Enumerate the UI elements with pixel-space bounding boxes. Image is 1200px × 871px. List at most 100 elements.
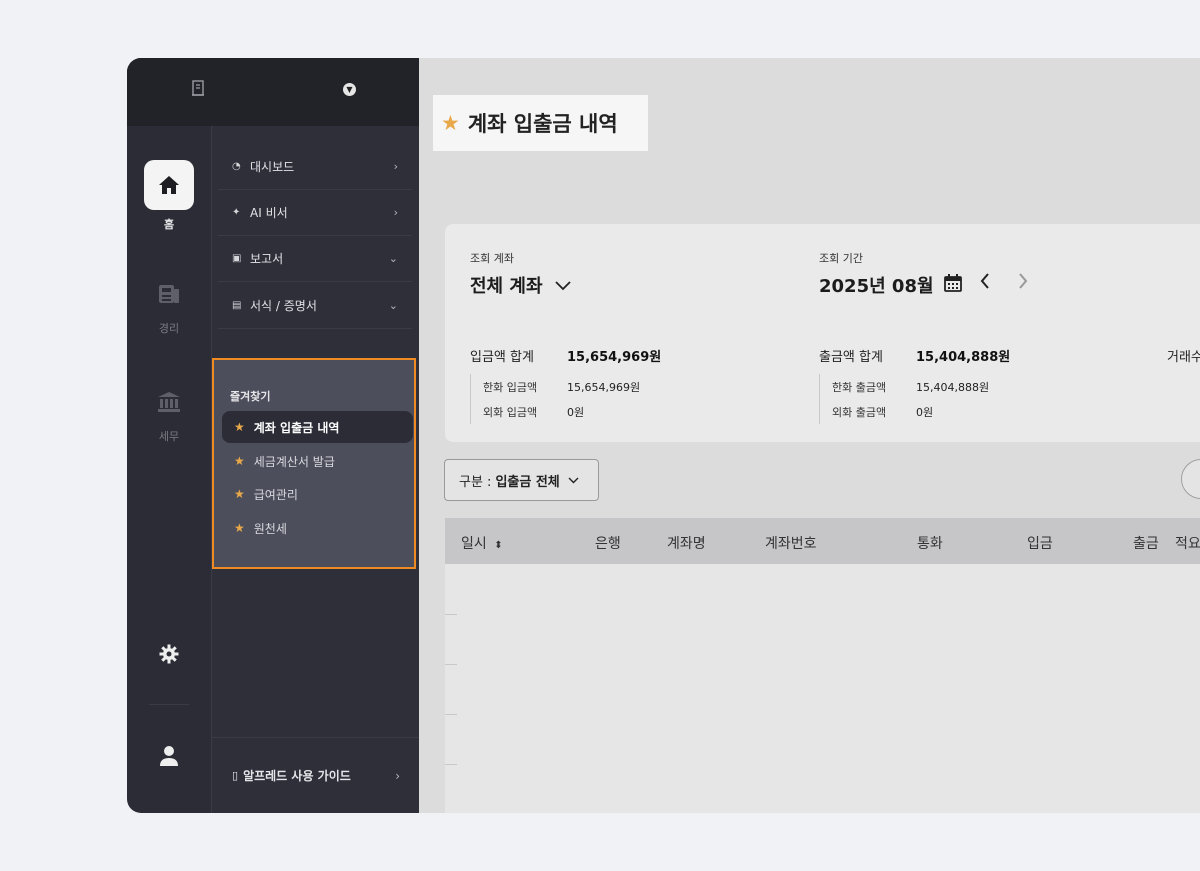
type-filter-select[interactable]: 구분 : 입출금 전체	[444, 459, 599, 501]
transactions-table: 일시 ⬍ 은행 계좌명 계좌번호 통화 입금 출금 적요	[445, 518, 1200, 813]
menu-item-report[interactable]: ▣ 보고서 ⌄	[218, 236, 412, 282]
rail-label: 홈	[163, 218, 175, 231]
gear-icon	[144, 643, 194, 665]
settings-button[interactable]	[127, 643, 211, 665]
building-icon[interactable]	[191, 80, 205, 100]
period-text: 2025년 08월	[819, 276, 934, 297]
calendar-icon[interactable]	[943, 273, 962, 297]
withdraw-fx-value: 0원	[916, 406, 934, 419]
divider	[470, 374, 471, 424]
profile-button[interactable]	[127, 744, 211, 768]
withdraw-krw-value: 15,404,888원	[916, 381, 990, 394]
rail-item-home[interactable]: 홈	[127, 160, 211, 232]
menu-item-label: 서식 / 증명서	[250, 299, 317, 313]
user-guide-link[interactable]: ▯ 알프레드 사용 가이드 ›	[212, 737, 420, 813]
favorite-label: 계좌 입출금 내역	[253, 420, 340, 435]
column-header-bank: 은행	[595, 536, 621, 552]
window-frame: ▼ 홈 경리 세무 ◔ 대시보드 › ✦ AI 비서 › ▣ 보고서 ⌄ ▤ 서…	[0, 0, 1200, 871]
column-header-currency: 통화	[917, 536, 943, 552]
favorite-item-tax-invoice[interactable]: ★ 세금계산서 발급	[222, 445, 413, 477]
withdraw-krw-label: 한화 출금액	[832, 381, 887, 394]
summary-card: 조회 계좌 전체 계좌 조회 기간 2025년 08월 입금액 합계 15,65…	[445, 224, 1200, 442]
favorite-label: 급여관리	[253, 487, 298, 502]
row-divider	[445, 614, 457, 615]
column-header-memo: 적요	[1175, 536, 1200, 552]
menu-item-label: AI 비서	[250, 206, 288, 220]
account-select[interactable]: 전체 계좌	[470, 272, 571, 298]
star-icon: ★	[234, 420, 245, 434]
bank-icon	[144, 388, 194, 416]
pie-icon: ◔	[232, 161, 241, 172]
favorites-panel: 즐겨찾기 ★ 계좌 입출금 내역 ★ 세금계산서 발급 ★ 급여관리 ★ 원천세	[212, 358, 416, 569]
page-title: ★ 계좌 입출금 내역	[433, 95, 648, 151]
page-title-text: 계좌 입출금 내역	[467, 112, 618, 136]
star-icon: ★	[234, 454, 245, 468]
rail-divider	[149, 704, 189, 705]
favorite-item-payroll[interactable]: ★ 급여관리	[222, 478, 413, 510]
column-header-datetime[interactable]: 일시 ⬍	[461, 533, 503, 553]
menu-item-dashboard[interactable]: ◔ 대시보드 ›	[218, 144, 412, 190]
deposit-fx-label: 외화 입금액	[483, 406, 538, 419]
favorite-item-withholding-tax[interactable]: ★ 원천세	[222, 512, 413, 544]
sparkle-icon: ✦	[232, 207, 241, 218]
menu-item-ai-assistant[interactable]: ✦ AI 비서 ›	[218, 190, 412, 236]
period-value: 2025년 08월	[819, 272, 962, 298]
star-icon: ★	[234, 487, 245, 501]
rail-label: 세무	[158, 430, 180, 443]
column-header-deposit: 입금	[1027, 536, 1053, 552]
rail-item-accounting[interactable]: 경리	[127, 280, 211, 336]
search-button[interactable]	[1181, 459, 1200, 499]
favorite-label: 세금계산서 발급	[253, 454, 335, 469]
row-divider	[445, 764, 457, 765]
main-content: ★ 계좌 입출금 내역 조회 계좌 전체 계좌 조회 기간 2025년 08월	[419, 58, 1200, 813]
account-label: 조회 계좌	[470, 252, 514, 265]
column-header-account-name: 계좌명	[667, 536, 706, 552]
filter-value: 입출금 전체	[495, 474, 560, 490]
deposit-fx-value: 0원	[567, 406, 585, 419]
account-value: 전체 계좌	[470, 276, 543, 297]
side-menu: ◔ 대시보드 › ✦ AI 비서 › ▣ 보고서 ⌄ ▤ 서식 / 증명서 ⌄ …	[211, 126, 420, 813]
favorite-item-account-history[interactable]: ★ 계좌 입출금 내역	[222, 411, 413, 443]
chevron-down-icon: ⌄	[388, 299, 398, 312]
menu-item-forms[interactable]: ▤ 서식 / 증명서 ⌄	[218, 283, 412, 329]
table-header: 일시 ⬍ 은행 계좌명 계좌번호 통화 입금 출금 적요	[445, 518, 1200, 564]
newspaper-icon	[144, 280, 194, 308]
chevron-right-icon: ›	[395, 768, 400, 783]
star-icon[interactable]: ★	[441, 111, 460, 135]
next-month-button[interactable]	[1017, 272, 1029, 295]
report-icon: ▣	[232, 253, 242, 264]
chevron-down-icon	[554, 275, 571, 296]
deposit-krw-label: 한화 입금액	[483, 381, 538, 394]
chevron-right-icon: ›	[393, 160, 398, 173]
row-divider	[445, 714, 457, 715]
home-icon	[144, 160, 194, 210]
top-bar: ▼	[127, 58, 419, 126]
withdraw-total-value: 15,404,888원	[916, 350, 1011, 365]
column-header-withdrawal: 출금	[1133, 536, 1159, 552]
chevron-down-icon: ⌄	[388, 252, 398, 265]
menu-item-label: 대시보드	[250, 160, 295, 174]
user-icon	[144, 744, 194, 768]
chevron-down-icon[interactable]: ▼	[343, 83, 356, 96]
column-label: 일시	[461, 536, 487, 552]
prev-month-button[interactable]	[979, 272, 991, 295]
star-icon: ★	[234, 521, 245, 535]
divider	[819, 374, 820, 424]
chevron-right-icon: ›	[393, 206, 398, 219]
rail-item-tax[interactable]: 세무	[127, 388, 211, 444]
deposit-krw-value: 15,654,969원	[567, 381, 641, 394]
period-label: 조회 기간	[819, 252, 863, 265]
book-icon: ▯	[232, 769, 239, 782]
app-window: ▼ 홈 경리 세무 ◔ 대시보드 › ✦ AI 비서 › ▣ 보고서 ⌄ ▤ 서…	[127, 58, 1200, 813]
chevron-down-icon	[568, 474, 579, 487]
withdraw-fx-label: 외화 출금액	[832, 406, 887, 419]
filter-prefix: 구분 :	[459, 474, 492, 490]
transaction-count-label: 거래수	[1167, 350, 1200, 365]
sort-icon[interactable]: ⬍	[494, 540, 502, 551]
favorite-label: 원천세	[253, 521, 287, 536]
favorites-title: 즐겨찾기	[230, 390, 271, 403]
column-header-account-number: 계좌번호	[765, 536, 817, 552]
withdraw-total-label: 출금액 합계	[819, 350, 883, 365]
guide-label: 알프레드 사용 가이드	[243, 769, 351, 783]
deposit-total-label: 입금액 합계	[470, 350, 534, 365]
